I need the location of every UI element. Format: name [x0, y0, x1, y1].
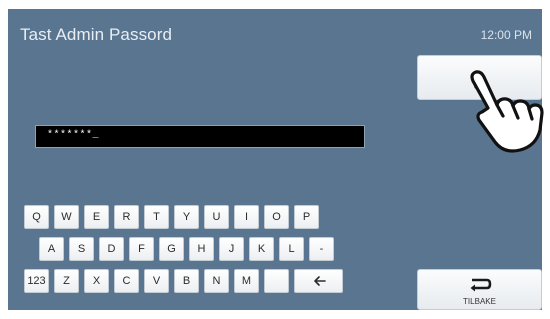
key-r[interactable]: R [114, 205, 139, 229]
key-g[interactable]: G [159, 237, 184, 261]
key-q[interactable]: Q [24, 205, 49, 229]
key-x[interactable]: X [84, 269, 109, 293]
key-h[interactable]: H [189, 237, 214, 261]
key-z[interactable]: Z [54, 269, 79, 293]
key-i[interactable]: I [234, 205, 259, 229]
backspace-arrow-icon [313, 276, 326, 286]
key-blank[interactable] [264, 269, 289, 293]
key-s[interactable]: S [69, 237, 94, 261]
key-m[interactable]: M [234, 269, 259, 293]
key-o[interactable]: O [264, 205, 289, 229]
key-k[interactable]: K [249, 237, 274, 261]
key-n[interactable]: N [204, 269, 229, 293]
key-b[interactable]: B [174, 269, 199, 293]
key-f[interactable]: F [129, 237, 154, 261]
key-123[interactable]: 123 [24, 269, 49, 293]
key-p[interactable]: P [294, 205, 319, 229]
page-title: Tast Admin Passord [20, 25, 173, 44]
key-c[interactable]: C [114, 269, 139, 293]
key-v[interactable]: V [144, 269, 169, 293]
backspace-key[interactable] [294, 269, 343, 293]
password-input[interactable]: *******_ [35, 125, 365, 148]
key-hyphen[interactable]: - [309, 237, 334, 261]
key-d[interactable]: D [99, 237, 124, 261]
key-y[interactable]: Y [174, 205, 199, 229]
back-button-label: TILBAKE [463, 297, 496, 306]
key-j[interactable]: J [219, 237, 244, 261]
key-a[interactable]: A [39, 237, 64, 261]
key-u[interactable]: U [204, 205, 229, 229]
key-t[interactable]: T [144, 205, 169, 229]
return-arrow-icon [470, 278, 491, 292]
key-l[interactable]: L [279, 237, 304, 261]
back-button[interactable]: TILBAKE [417, 269, 542, 310]
clock: 12:00 PM [480, 28, 532, 42]
key-w[interactable]: W [54, 205, 79, 229]
pointing-hand-icon [470, 70, 544, 153]
key-e[interactable]: E [84, 205, 109, 229]
